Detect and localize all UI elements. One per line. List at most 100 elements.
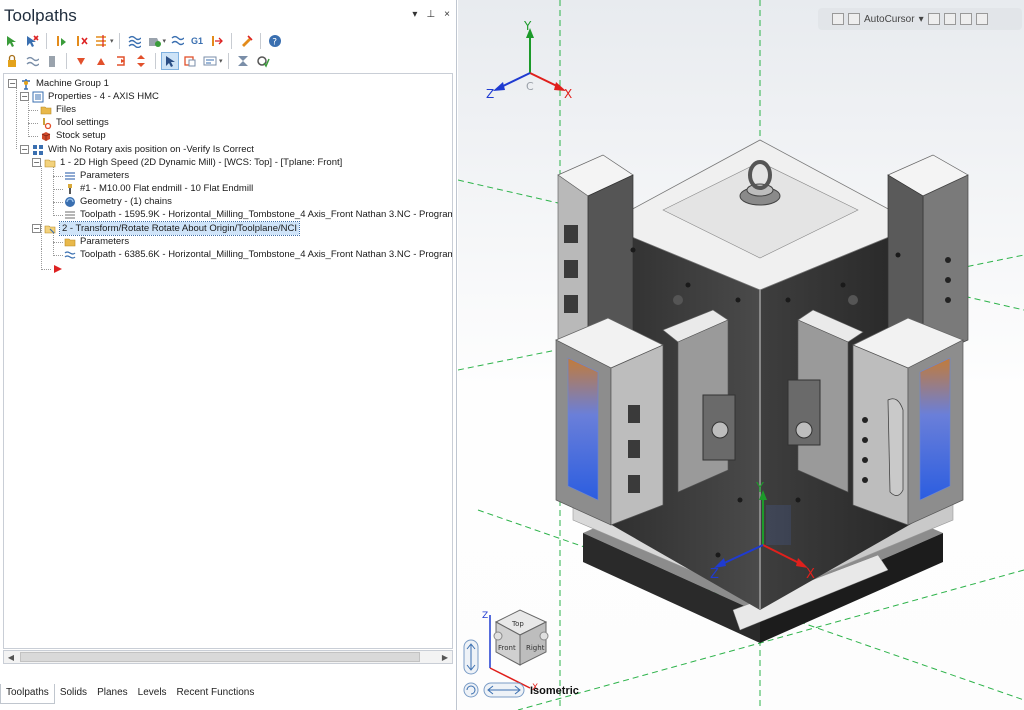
tree-item-op1-toolpath[interactable]: Toolpath - 1595.9K - Horizontal_Milling_…: [64, 208, 452, 221]
tree-item-properties[interactable]: − Properties - 4 - AXIS HMC: [20, 90, 159, 103]
stock-setup-icon: [40, 130, 52, 142]
panel-dropdown-icon[interactable]: ▾: [412, 9, 417, 20]
tree-item-files[interactable]: Files: [40, 103, 76, 116]
tab-solids[interactable]: Solids: [55, 684, 92, 704]
tab-toolpaths[interactable]: Toolpaths: [0, 684, 55, 704]
tree-item-op2-toolpath[interactable]: Toolpath - 6385.6K - Horizontal_Milling_…: [64, 248, 452, 261]
toggle-display-icon[interactable]: [92, 32, 110, 50]
scene-z-label: Z: [710, 567, 719, 582]
toolbar-row-1: ▾ ▾ G1 ?: [3, 31, 284, 51]
post-arrow-icon[interactable]: [208, 32, 226, 50]
move-up-icon[interactable]: [92, 52, 110, 70]
cube-face-right[interactable]: Right: [526, 644, 545, 652]
lock-entity-icon[interactable]: [832, 13, 844, 25]
move-down-icon[interactable]: [72, 52, 90, 70]
tool-settings-icon: [40, 117, 52, 129]
gnomon-y-label: Y: [523, 19, 532, 33]
regen-dirty-icon[interactable]: [72, 32, 90, 50]
select-more-icon[interactable]: [975, 13, 988, 25]
panel-close-icon[interactable]: ×: [444, 9, 450, 20]
graphics-viewport[interactable]: Y X Z Y X Z C Top Front Right Z X Isomet…: [458, 0, 1024, 710]
scene-x-label: X: [806, 567, 815, 582]
panel-title: Toolpaths: [4, 6, 77, 25]
folder-icon: [40, 104, 52, 116]
viewport-canvas: Y X Z Y X Z C Top Front Right Z X Isomet…: [458, 0, 1024, 710]
tree-item-insert-arrow[interactable]: [52, 262, 68, 275]
tree-item-op1-parameters[interactable]: Parameters: [64, 169, 129, 182]
folder-icon: [64, 236, 76, 248]
tab-levels[interactable]: Levels: [133, 684, 172, 704]
simulator-icon[interactable]: [234, 52, 252, 70]
tab-planes[interactable]: Planes: [92, 684, 133, 704]
post-lock-icon[interactable]: [43, 52, 61, 70]
tab-recent-functions[interactable]: Recent Functions: [172, 684, 260, 704]
operations-tree[interactable]: − Machine Group 1 − Properties - 4 - AXI…: [3, 73, 453, 649]
tree-item-op1-geometry[interactable]: Geometry - (1) chains: [64, 195, 172, 208]
dropdown-arrow-icon[interactable]: ▾: [163, 37, 167, 45]
panel-pin-icon[interactable]: ⊥: [426, 9, 435, 20]
svg-text:?: ?: [272, 38, 277, 48]
regen-icon[interactable]: [52, 32, 70, 50]
select-failed-icon[interactable]: [23, 32, 41, 50]
gnomon-z-label: Z: [486, 87, 494, 101]
insert-position-arrow-icon: [52, 263, 64, 275]
xyz-icon[interactable]: [927, 13, 940, 25]
dropdown-arrow-icon[interactable]: ▾: [110, 37, 114, 45]
autocursor-icon[interactable]: [848, 13, 860, 25]
cube-z-label: Z: [482, 611, 488, 621]
settings-check-icon[interactable]: [254, 52, 272, 70]
operation-folder-icon: [44, 157, 56, 169]
g1-icon[interactable]: G1: [188, 32, 206, 50]
autocursor-toolbar: AutoCursor ▾: [818, 8, 1022, 30]
tree-item-machine-group[interactable]: − Machine Group 1: [8, 77, 109, 90]
collapse-icon[interactable]: −: [32, 158, 41, 167]
tree-item-op1-tool[interactable]: #1 - M10.00 Flat endmill - 10 Flat Endmi…: [64, 182, 253, 195]
lock-icon[interactable]: [3, 52, 21, 70]
gnomon-c-label: C: [526, 80, 534, 93]
endmill-icon: [64, 183, 76, 195]
autocursor-dropdown-icon[interactable]: ▾: [919, 14, 924, 25]
select-tools-icon[interactable]: [959, 13, 972, 25]
dropdown-arrow-icon[interactable]: ▾: [219, 57, 223, 65]
autocursor-label[interactable]: AutoCursor: [864, 14, 915, 25]
highlight-icon[interactable]: [237, 32, 255, 50]
scroll-right-icon[interactable]: ▶: [438, 653, 452, 662]
tree-item-op2-parameters[interactable]: Parameters: [64, 235, 129, 248]
toolpaths-panel: Toolpaths ▾ ⊥ × ▾ ▾ G1 ? ▾ − Machine Gro…: [0, 0, 457, 710]
verify-icon[interactable]: [145, 32, 163, 50]
toolpath-file-icon: [64, 209, 76, 221]
tree-item-operation-2[interactable]: − 2 - Transform/Rotate Rotate About Orig…: [32, 221, 300, 236]
insert-arrow-icon[interactable]: [112, 52, 130, 70]
cube-face-front[interactable]: Front: [498, 644, 516, 652]
cube-face-top[interactable]: Top: [511, 620, 524, 628]
collapse-icon[interactable]: −: [32, 224, 41, 233]
toolpath-wave-icon: [64, 249, 76, 261]
help-icon[interactable]: ?: [266, 32, 284, 50]
transform-folder-icon: [44, 223, 56, 235]
scroll-left-icon[interactable]: ◀: [4, 653, 18, 662]
scroll-to-icon[interactable]: [181, 52, 199, 70]
properties-icon: [32, 91, 44, 103]
toolpath-group-icon: [32, 144, 44, 156]
display-options-icon[interactable]: [201, 52, 219, 70]
toolbar-row-2: ▾: [3, 51, 272, 71]
parameters-icon: [64, 170, 76, 182]
selection-mode-icon[interactable]: [161, 52, 179, 70]
tree-item-operation-1[interactable]: − 1 - 2D High Speed (2D Dynamic Mill) - …: [32, 156, 342, 169]
collapse-icon[interactable]: −: [20, 92, 29, 101]
scrollbar-thumb[interactable]: [20, 652, 420, 662]
collapse-icon[interactable]: −: [20, 145, 29, 154]
tree-item-stock-setup[interactable]: Stock setup: [40, 129, 106, 142]
toolpath-filter-icon[interactable]: [168, 32, 186, 50]
tree-item-tool-settings[interactable]: Tool settings: [40, 116, 109, 129]
backplot-icon[interactable]: [125, 32, 143, 50]
collapse-icon[interactable]: −: [8, 79, 17, 88]
snap-icon[interactable]: [943, 13, 956, 25]
toolpath-display-icon[interactable]: [23, 52, 41, 70]
horizontal-scrollbar[interactable]: ◀ ▶: [3, 650, 453, 664]
scene-y-label: Y: [755, 481, 764, 496]
tree-item-toolpath-group[interactable]: − With No Rotary axis position on -Verif…: [20, 143, 254, 156]
select-all-icon[interactable]: [3, 32, 21, 50]
move-insert-icon[interactable]: [132, 52, 150, 70]
gnomon-x-label: X: [564, 87, 572, 101]
